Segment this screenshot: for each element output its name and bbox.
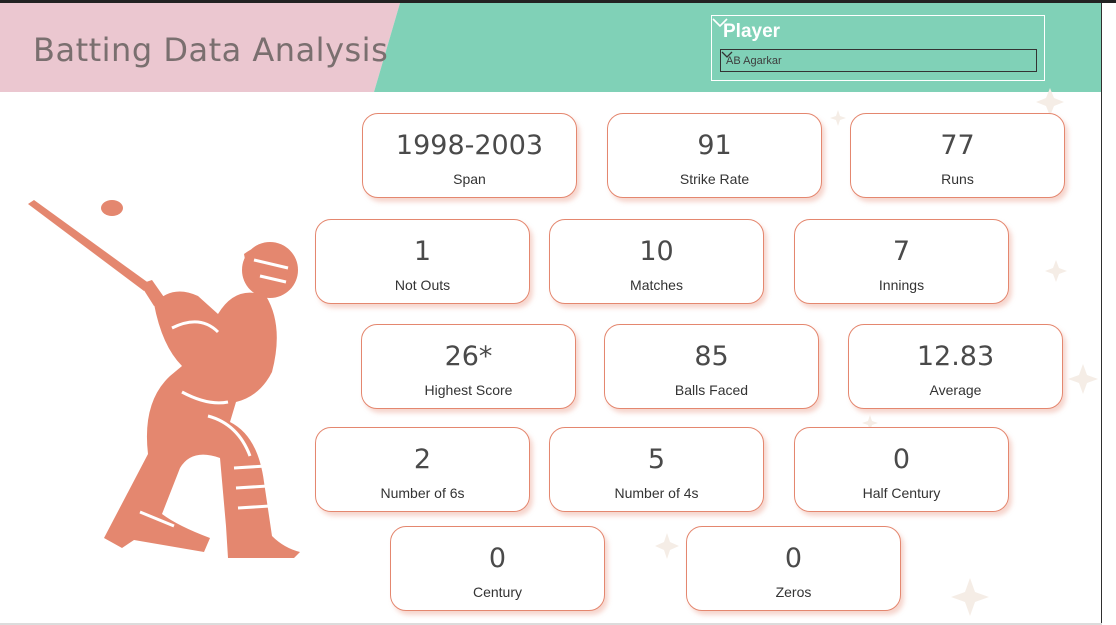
kpi-label: Strike Rate bbox=[679, 171, 750, 187]
kpi-value: 26* bbox=[444, 341, 493, 372]
kpi-label: Balls Faced bbox=[674, 382, 749, 398]
kpi-label: Runs bbox=[941, 171, 974, 187]
kpi-value: 1998-2003 bbox=[395, 130, 544, 161]
kpi-card-strike-rate: 91 Strike Rate bbox=[607, 113, 822, 198]
kpi-card-not-outs: 1 Not Outs bbox=[315, 219, 530, 304]
kpi-card-balls-faced: 85 Balls Faced bbox=[604, 324, 819, 409]
chevron-down-icon[interactable] bbox=[712, 16, 728, 28]
player-dropdown[interactable]: AB Agarkar bbox=[720, 49, 1037, 72]
kpi-card-fours: 5 Number of 4s bbox=[549, 427, 764, 512]
player-slicer[interactable]: Player AB Agarkar bbox=[711, 15, 1045, 81]
page-title: Batting Data Analysis bbox=[33, 31, 389, 69]
kpi-value: 0 bbox=[892, 444, 911, 475]
kpi-card-half-century: 0 Half Century bbox=[794, 427, 1009, 512]
kpi-label: Not Outs bbox=[394, 277, 451, 293]
kpi-card-zeros: 0 Zeros bbox=[686, 526, 901, 611]
kpi-label: Average bbox=[929, 382, 982, 398]
kpi-card-matches: 10 Matches bbox=[549, 219, 764, 304]
kpi-value: 1 bbox=[413, 236, 432, 267]
kpi-value: 0 bbox=[488, 543, 507, 574]
kpi-value: 5 bbox=[647, 444, 666, 475]
kpi-label: Half Century bbox=[862, 485, 941, 501]
kpi-label: Century bbox=[472, 584, 523, 600]
kpi-value: 12.83 bbox=[916, 341, 995, 372]
kpi-card-innings: 7 Innings bbox=[794, 219, 1009, 304]
kpi-label: Span bbox=[453, 171, 486, 187]
cricket-batsman-icon bbox=[28, 200, 300, 558]
kpi-card-average: 12.83 Average bbox=[848, 324, 1063, 409]
slicer-title: Player bbox=[723, 21, 781, 42]
header-banner: Batting Data Analysis Player AB Agarkar bbox=[0, 3, 1102, 92]
kpi-card-runs: 77 Runs bbox=[850, 113, 1065, 198]
kpi-value: 7 bbox=[892, 236, 911, 267]
player-dropdown-value: AB Agarkar bbox=[726, 55, 782, 67]
dropdown-chevron-icon[interactable] bbox=[721, 50, 733, 59]
kpi-value: 77 bbox=[940, 130, 975, 161]
kpi-label: Zeros bbox=[775, 584, 812, 600]
kpi-value: 91 bbox=[697, 130, 732, 161]
kpi-value: 2 bbox=[413, 444, 432, 475]
kpi-value: 0 bbox=[784, 543, 803, 574]
kpi-card-sixes: 2 Number of 6s bbox=[315, 427, 530, 512]
kpi-label: Innings bbox=[878, 277, 925, 293]
kpi-card-century: 0 Century bbox=[390, 526, 605, 611]
kpi-value: 85 bbox=[694, 341, 729, 372]
canvas-right-border bbox=[1101, 3, 1102, 625]
kpi-label: Matches bbox=[630, 277, 683, 293]
kpi-label: Highest Score bbox=[424, 382, 513, 398]
kpi-label: Number of 4s bbox=[614, 485, 699, 501]
kpi-card-highest-score: 26* Highest Score bbox=[361, 324, 576, 409]
kpi-label: Number of 6s bbox=[380, 485, 465, 501]
kpi-card-span: 1998-2003 Span bbox=[362, 113, 577, 198]
kpi-value: 10 bbox=[639, 236, 674, 267]
